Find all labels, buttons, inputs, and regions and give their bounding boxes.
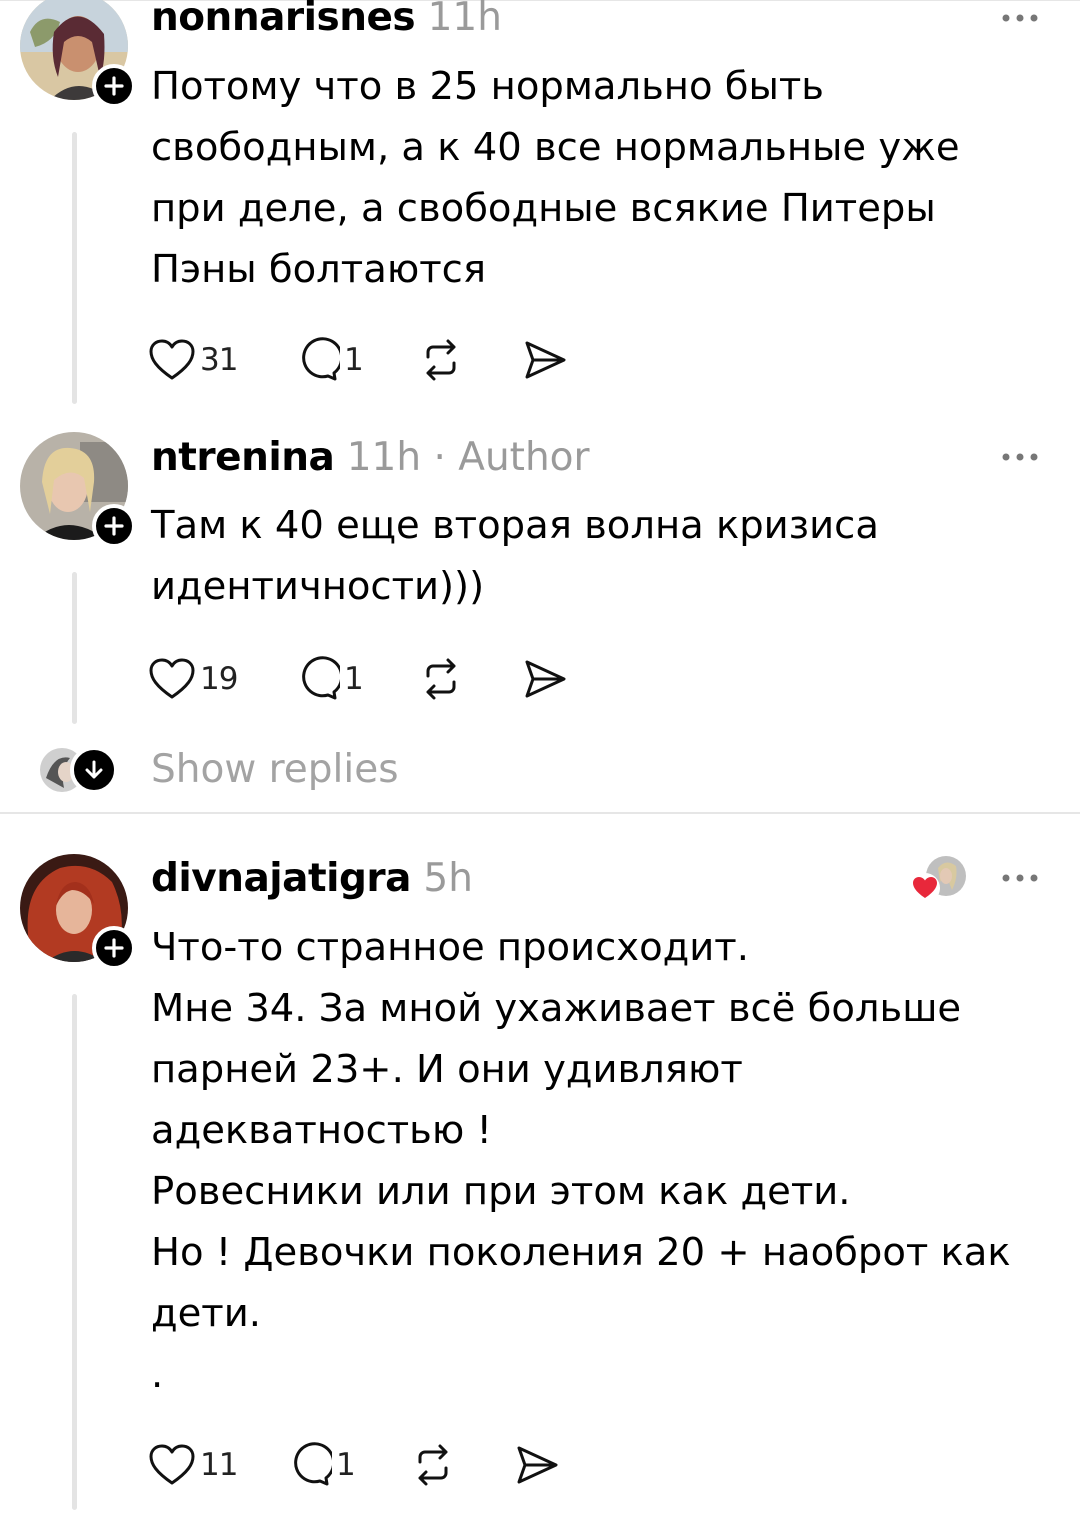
comment-header: ntrenina 11h · Author xyxy=(151,436,590,480)
comment-text: Там к 40 еще вторая волна кризиса иденти… xyxy=(151,503,879,609)
thread-line xyxy=(72,132,77,404)
reply-count: 1 xyxy=(344,342,364,378)
expand-replies-button[interactable] xyxy=(70,746,118,794)
send-icon xyxy=(525,341,566,379)
username[interactable]: ntrenina xyxy=(151,435,335,480)
action-bar: 11 1 xyxy=(148,1440,608,1490)
follow-button[interactable] xyxy=(92,64,136,108)
more-options-button[interactable] xyxy=(995,868,1045,888)
timestamp: 5h xyxy=(423,856,473,901)
comment-text: Что-то странное происходит. Мне 34. За м… xyxy=(151,925,1011,1397)
more-options-button[interactable] xyxy=(995,8,1045,28)
comment-text: Потому что в 25 нормально быть свободным… xyxy=(151,64,960,292)
heart-icon xyxy=(910,873,940,903)
more-dots-icon xyxy=(1002,874,1038,882)
reply-button[interactable]: 1 xyxy=(294,335,364,385)
like-button[interactable]: 19 xyxy=(148,654,238,704)
comment-header: divnajatigra 5h xyxy=(151,857,473,901)
comment-bubble-icon xyxy=(302,337,340,381)
action-bar: 31 1 xyxy=(148,335,608,385)
send-icon xyxy=(517,1446,558,1484)
repost-icon xyxy=(426,339,456,381)
comment-divider xyxy=(0,812,1080,814)
author-tag: · Author xyxy=(433,435,590,480)
reply-count: 1 xyxy=(344,661,364,697)
author-liked-badge xyxy=(910,854,970,904)
timestamp: 11h xyxy=(346,435,422,480)
show-replies-button[interactable]: Show replies xyxy=(40,742,460,798)
thread-line xyxy=(72,994,77,1510)
reply-count: 1 xyxy=(336,1447,356,1483)
like-button[interactable]: 31 xyxy=(148,335,238,385)
username[interactable]: nonnarisnes xyxy=(151,0,416,40)
repost-icon xyxy=(426,658,456,700)
like-button[interactable]: 11 xyxy=(148,1440,238,1490)
more-dots-icon xyxy=(1002,14,1038,22)
follow-button[interactable] xyxy=(92,926,136,970)
comment-bubble-icon xyxy=(294,1442,332,1486)
reply-button[interactable]: 1 xyxy=(286,1440,356,1490)
share-button[interactable] xyxy=(514,1440,560,1490)
heart-icon xyxy=(149,1444,195,1485)
repost-button[interactable] xyxy=(418,335,464,385)
repost-button[interactable] xyxy=(418,654,464,704)
follow-button[interactable] xyxy=(92,504,136,548)
share-button[interactable] xyxy=(522,654,568,704)
repost-icon xyxy=(418,1444,448,1486)
comment-bubble-icon xyxy=(302,656,340,700)
plus-icon xyxy=(104,76,124,96)
timestamp: 11h xyxy=(427,0,502,40)
arrow-down-icon xyxy=(85,760,103,779)
share-button[interactable] xyxy=(522,335,568,385)
heart-icon xyxy=(149,339,195,380)
repost-button[interactable] xyxy=(410,1440,456,1490)
more-options-button[interactable] xyxy=(995,447,1045,467)
username[interactable]: divnajatigra xyxy=(151,856,411,901)
like-count: 11 xyxy=(200,1447,238,1483)
like-count: 31 xyxy=(200,342,238,378)
reply-button[interactable]: 1 xyxy=(294,654,364,704)
like-count: 19 xyxy=(200,661,238,697)
more-dots-icon xyxy=(1002,453,1038,461)
heart-icon xyxy=(149,658,195,699)
action-bar: 19 1 xyxy=(148,654,608,704)
comment-header: nonnarisnes 11h xyxy=(151,0,502,40)
thread-line xyxy=(72,572,77,724)
plus-icon xyxy=(104,516,124,536)
send-icon xyxy=(525,660,566,698)
plus-icon xyxy=(104,938,124,958)
show-replies-label: Show replies xyxy=(151,747,399,792)
